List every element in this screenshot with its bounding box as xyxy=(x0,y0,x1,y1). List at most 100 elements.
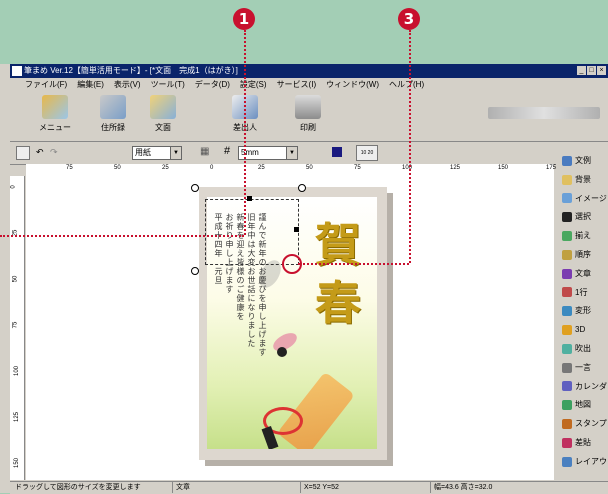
menu-help[interactable]: ヘルプ(H) xyxy=(388,78,425,91)
palette-item-label: 1行 xyxy=(575,287,588,297)
menu-icon xyxy=(42,95,68,119)
title-bar: 筆まめ Ver.12【簡単活用モード】- [*文面 完成1（はがき）] _ □ … xyxy=(10,64,608,78)
color-picker[interactable] xyxy=(332,147,342,157)
tool-palette: 文例背景イメージ選択揃え順序文章 1行変形 3D 吹出一言カレンダ地図スタンプ差貼レイ… xyxy=(556,142,608,480)
palette-item-16[interactable]: レイアウト xyxy=(558,455,608,469)
paste-icon xyxy=(562,437,572,448)
rotate-handle[interactable] xyxy=(298,184,306,192)
toolbar-address-button[interactable]: 住所録 xyxy=(90,95,136,133)
card-design-icon xyxy=(150,95,176,119)
palette-item-9[interactable]: 3D xyxy=(558,323,608,337)
status-mode: 文章 xyxy=(172,482,276,493)
vertical-ruler: 0 25 50 75 100 125 150 xyxy=(10,176,25,480)
grid-icon[interactable]: ▦ xyxy=(200,146,209,157)
hash-icon[interactable]: # xyxy=(224,145,230,157)
palette-item-label: カレンダ xyxy=(575,381,607,391)
menu-data[interactable]: データ(D) xyxy=(194,78,231,91)
rotate-handle[interactable] xyxy=(191,184,199,192)
callout-3-leader-h xyxy=(298,263,409,265)
one-line-icon xyxy=(562,287,572,298)
grid-toggle-icon[interactable] xyxy=(16,146,30,160)
palette-item-label: 地図 xyxy=(575,400,591,410)
minimize-button[interactable]: _ xyxy=(577,66,586,75)
menu-service[interactable]: サービス(I) xyxy=(276,78,318,91)
palette-item-6[interactable]: 文章 xyxy=(558,267,608,281)
palette-item-label: 吹出 xyxy=(575,344,591,353)
map-icon xyxy=(562,400,572,411)
ball-ornament xyxy=(277,347,287,357)
palette-item-10[interactable]: 吹出 xyxy=(558,342,608,356)
ruler-h-tick: 75 xyxy=(66,165,73,171)
toolbar-print-label: 印刷 xyxy=(300,123,316,132)
palette-item-14[interactable]: スタンプ xyxy=(558,417,608,431)
palette-item-7[interactable]: 1行 xyxy=(558,286,608,300)
ruler-h-tick: 50 xyxy=(114,165,121,171)
palette-item-11[interactable]: 一言 xyxy=(558,361,608,375)
toolbar-menu-label: メニュー xyxy=(39,123,71,132)
callout-1-leader-h xyxy=(0,235,244,237)
ruler-h-tick: 0 xyxy=(210,165,214,171)
ruler-h-tick: 25 xyxy=(162,165,169,171)
palette-item-2[interactable]: イメージ xyxy=(558,192,608,206)
menu-window[interactable]: ウィンドウ(W) xyxy=(325,78,380,91)
background-icon xyxy=(562,174,572,185)
ruler-v-tick: 0 xyxy=(10,185,17,189)
palette-item-3[interactable]: 選択 xyxy=(558,210,608,224)
format-toolbar: ↶ ↷ 用紙 ▼ ▦ # 5mm ▼ 10 20 xyxy=(10,142,608,165)
main-toolbar: メニュー 住所録 文面 差出人 印刷 xyxy=(10,91,608,142)
palette-item-label: 順序 xyxy=(575,250,591,259)
layout-icon xyxy=(562,456,572,467)
maximize-button[interactable]: □ xyxy=(587,66,596,75)
palette-item-1[interactable]: 背景 xyxy=(558,173,608,187)
ruler-h-tick: 50 xyxy=(306,165,313,171)
status-size: 幅=43.6 高さ=32.0 xyxy=(430,482,544,493)
right-toolbar-icons[interactable] xyxy=(488,107,600,119)
zoom-button[interactable]: 10 20 xyxy=(356,145,378,161)
balloon-icon xyxy=(562,343,572,354)
palette-item-label: 一言 xyxy=(575,362,591,372)
palette-item-0[interactable]: 文例 xyxy=(558,154,608,168)
menu-file[interactable]: ファイル(F) xyxy=(24,78,68,91)
menu-tools[interactable]: ツール(T) xyxy=(150,78,186,91)
toolbar-menu-button[interactable]: メニュー xyxy=(32,95,78,133)
ruler-v-tick: 150 xyxy=(14,457,21,469)
toolbar-address-label: 住所録 xyxy=(101,123,125,132)
3d-icon xyxy=(562,325,572,336)
resize-handle[interactable] xyxy=(247,196,252,201)
stamp-icon xyxy=(562,419,572,430)
toolbar-design-button[interactable]: 文面 xyxy=(140,95,186,133)
chevron-down-icon: ▼ xyxy=(286,147,297,159)
redo-icon[interactable]: ↷ xyxy=(50,147,58,158)
ruler-h-tick: 150 xyxy=(498,165,509,171)
palette-item-15[interactable]: 差貼 xyxy=(558,436,608,450)
palette-item-5[interactable]: 順序 xyxy=(558,248,608,262)
ruler-h-tick: 75 xyxy=(354,165,361,171)
status-hint: ドラッグして図形のサイズを変更します xyxy=(15,484,141,491)
ruler-v-tick: 50 xyxy=(12,275,19,283)
ruler-v-tick: 100 xyxy=(14,365,21,377)
palette-item-label: イメージ xyxy=(575,193,607,203)
palette-item-label: 揃え xyxy=(575,231,591,241)
palette-item-12[interactable]: カレンダ xyxy=(558,380,608,394)
close-button[interactable]: × xyxy=(597,66,606,75)
callout-1-leader xyxy=(244,30,246,235)
app-icon xyxy=(12,65,22,76)
grid-size-select[interactable]: 5mm ▼ xyxy=(238,146,298,160)
palette-item-13[interactable]: 地図 xyxy=(558,398,608,412)
postcard[interactable]: 賀 春 謹んで新年のお慶びを申し上げます 旧年中は大変お世話になりました 新春を… xyxy=(191,184,387,460)
printer-icon xyxy=(295,95,321,119)
palette-item-8[interactable]: 変形 xyxy=(558,304,608,318)
paper-select[interactable]: 用紙 ▼ xyxy=(132,146,182,160)
paper-select-value: 用紙 xyxy=(135,148,151,157)
palette-item-4[interactable]: 揃え xyxy=(558,229,608,243)
toolbar-print-button[interactable]: 印刷 xyxy=(285,95,331,133)
menu-bar: ファイル(F) 編集(E) 表示(V) ツール(T) データ(D) 設定(S) … xyxy=(10,78,608,91)
rotate-handle[interactable] xyxy=(191,267,199,275)
one-word-icon xyxy=(562,362,572,373)
align-icon xyxy=(562,231,572,242)
menu-view[interactable]: 表示(V) xyxy=(113,78,142,91)
menu-edit[interactable]: 編集(E) xyxy=(76,78,105,91)
chevron-down-icon: ▼ xyxy=(170,147,181,159)
undo-icon[interactable]: ↶ xyxy=(36,147,44,158)
resize-handle[interactable] xyxy=(294,227,299,232)
